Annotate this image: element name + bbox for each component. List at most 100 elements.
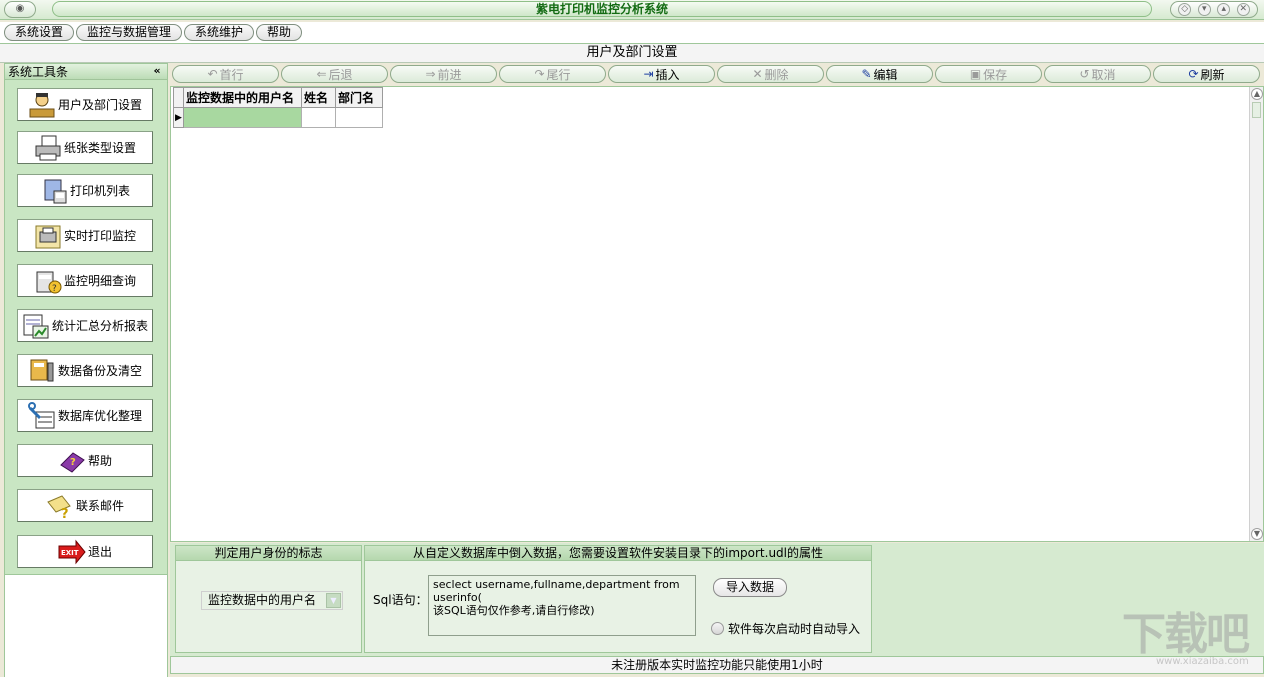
- sidebar-item-backup-clear[interactable]: 数据备份及清空: [17, 354, 153, 387]
- toolbar-button-7[interactable]: ▣ 保存: [935, 65, 1042, 83]
- sidebar-item-user-dept[interactable]: 用户及部门设置: [17, 88, 153, 121]
- toolbar-button-9[interactable]: ⟳ 刷新: [1153, 65, 1260, 83]
- menu-bar: 系统设置 监控与数据管理 系统维护 帮助: [0, 22, 1264, 44]
- sidebar-item-label: 统计汇总分析报表: [51, 319, 148, 333]
- menu-help[interactable]: 帮助: [256, 24, 303, 41]
- grid-header-row: 监控数据中的用户名 姓名 部门名: [173, 87, 383, 108]
- toolbar-button-0[interactable]: ↶ 首行: [172, 65, 279, 83]
- sidebar-item-label: 纸张类型设置: [63, 141, 136, 155]
- sidebar-item-help[interactable]: ? 帮助: [17, 444, 153, 477]
- toolbar-button-label: 保存: [983, 67, 1008, 82]
- svg-text:?: ?: [70, 457, 76, 468]
- menu-maintenance[interactable]: 系统维护: [184, 24, 255, 41]
- column-header-department[interactable]: 部门名: [335, 87, 383, 108]
- auto-import-label: 软件每次启动时自动导入: [728, 622, 861, 636]
- watermark-logo: 下载吧 www.xiazaiba.com: [1122, 612, 1262, 670]
- toolbar-button-label: 刷新: [1200, 67, 1225, 82]
- sidebar-item-label: 实时打印监控: [63, 229, 136, 243]
- page-title: 用户及部门设置: [0, 44, 1264, 63]
- sidebar-item-label: 打印机列表: [69, 184, 130, 198]
- toolbar-button-5[interactable]: ✕ 删除: [717, 65, 824, 83]
- identity-group: 判定用户身份的标志 监控数据中的用户名 ▼: [175, 545, 362, 653]
- user-grid-area: 监控数据中的用户名 姓名 部门名 ▶ ▲ ▼: [170, 86, 1264, 542]
- sidebar-item-detail-query[interactable]: ? 监控明细查询: [17, 264, 153, 297]
- record-toolbar: ↶ 首行 ⇐ 后退 ⇒ 前进 ↷ 尾行 ⇥ 插入 ✕ 删除 ✎ 编辑 ▣ 保存 ↺ 取消 ⟳ 刷新: [170, 65, 1264, 85]
- maximize-icon[interactable]: ▴: [1217, 3, 1231, 16]
- menu-monitor-data[interactable]: 监控与数据管理: [76, 24, 183, 41]
- toolbar-button-8[interactable]: ↺ 取消: [1044, 65, 1151, 83]
- toolbar-button-3[interactable]: ↷ 尾行: [499, 65, 606, 83]
- toolbar-glyph-icon: ✎: [861, 67, 872, 81]
- sidebar-item-statistics-report[interactable]: 统计汇总分析报表: [17, 309, 153, 342]
- database-tool-icon: [27, 401, 56, 430]
- user-desk-icon: [28, 91, 56, 119]
- toolbar-glyph-icon: ✕: [752, 67, 763, 81]
- app-menu-button[interactable]: ◉: [4, 1, 36, 18]
- toolbar-button-label: 尾行: [546, 67, 571, 82]
- column-header-fullname[interactable]: 姓名: [301, 87, 336, 108]
- report-chart-icon: [22, 312, 50, 340]
- svg-text:?: ?: [52, 284, 57, 294]
- sidebar-item-exit[interactable]: EXIT 退出: [17, 535, 153, 568]
- column-header-username[interactable]: 监控数据中的用户名: [183, 87, 302, 108]
- toolbar-button-label: 前进: [437, 67, 462, 82]
- toolbar-button-label: 后退: [328, 67, 353, 82]
- cell-department[interactable]: [335, 107, 383, 128]
- sidebar-item-label: 退出: [87, 545, 112, 559]
- sidebar-blank-area: [5, 574, 167, 677]
- printer-monitor-icon: [34, 222, 62, 250]
- toolbar-button-4[interactable]: ⇥ 插入: [608, 65, 715, 83]
- sidebar-item-printer-list[interactable]: 打印机列表: [17, 174, 153, 207]
- watermark-url: www.xiazaiba.com: [1156, 656, 1249, 667]
- window-title: 紫电打印机监控分析系统: [52, 1, 1152, 17]
- chevron-down-icon[interactable]: ▼: [326, 593, 341, 608]
- auto-import-radio[interactable]: [711, 622, 724, 635]
- toolbar-button-1[interactable]: ⇐ 后退: [281, 65, 388, 83]
- settings-panel: 判定用户身份的标志 监控数据中的用户名 ▼ 从自定义数据库中倒入数据，您需要设置…: [170, 543, 1264, 656]
- toolbar-button-label: 取消: [1091, 67, 1116, 82]
- sql-textarea[interactable]: seclect username,fullname,department fro…: [428, 575, 696, 636]
- sidebar-item-realtime-monitor[interactable]: 实时打印监控: [17, 219, 153, 252]
- toolbar-glyph-icon: ▣: [969, 67, 982, 81]
- close-icon[interactable]: ✕: [1236, 3, 1250, 16]
- scroll-thumb[interactable]: [1252, 102, 1261, 118]
- table-row[interactable]: ▶: [173, 107, 383, 128]
- toolbar-glyph-icon: ↺: [1079, 67, 1090, 81]
- sidebar: 系统工具条 « 用户及部门设置 纸张类型设置 打印机列表 实时打印监控 ? 监控…: [4, 63, 168, 677]
- printer-paper-icon: [34, 134, 62, 162]
- auto-import-option[interactable]: 软件每次启动时自动导入: [711, 620, 860, 637]
- restore-icon[interactable]: ◇: [1178, 3, 1192, 16]
- toolbar-button-label: 首行: [219, 67, 244, 82]
- vertical-scrollbar[interactable]: ▲ ▼: [1249, 87, 1263, 541]
- toolbar-button-label: 插入: [655, 67, 680, 82]
- sidebar-item-contact-mail[interactable]: ? 联系邮件: [17, 489, 153, 522]
- toolbar-button-2[interactable]: ⇒ 前进: [390, 65, 497, 83]
- collapse-icon[interactable]: «: [151, 65, 163, 77]
- sidebar-tools: 用户及部门设置 纸张类型设置 打印机列表 实时打印监控 ? 监控明细查询 统计汇…: [5, 80, 167, 574]
- sidebar-title: 系统工具条: [8, 65, 69, 79]
- grid-corner: [173, 87, 184, 108]
- toolbar-glyph-icon: ↷: [534, 67, 545, 81]
- sidebar-item-paper-type[interactable]: 纸张类型设置: [17, 131, 153, 164]
- cell-fullname[interactable]: [301, 107, 336, 128]
- identity-group-title: 判定用户身份的标志: [176, 546, 361, 561]
- cell-username[interactable]: [183, 107, 302, 128]
- sidebar-item-label: 监控明细查询: [63, 274, 136, 288]
- sidebar-item-label: 联系邮件: [75, 499, 124, 513]
- svg-text:EXIT: EXIT: [61, 549, 79, 557]
- scroll-up-icon[interactable]: ▲: [1251, 88, 1263, 100]
- exit-icon: EXIT: [58, 538, 86, 566]
- mail-icon: ?: [46, 492, 74, 522]
- sidebar-item-db-optimize[interactable]: 数据库优化整理: [17, 399, 153, 432]
- help-book-icon: ?: [58, 447, 86, 475]
- menu-system-settings[interactable]: 系统设置: [4, 24, 75, 41]
- toolbar-button-6[interactable]: ✎ 编辑: [826, 65, 933, 83]
- toolbar-glyph-icon: ⇥: [643, 67, 654, 81]
- scroll-down-icon[interactable]: ▼: [1251, 528, 1263, 540]
- import-data-button[interactable]: 导入数据: [713, 578, 787, 597]
- watermark-text: 下载吧: [1122, 609, 1250, 660]
- identity-select[interactable]: 监控数据中的用户名 ▼: [201, 591, 343, 610]
- row-indicator-icon: ▶: [173, 107, 184, 128]
- toolbar-glyph-icon: ⇐: [316, 67, 327, 81]
- minimize-icon[interactable]: ▾: [1197, 3, 1211, 16]
